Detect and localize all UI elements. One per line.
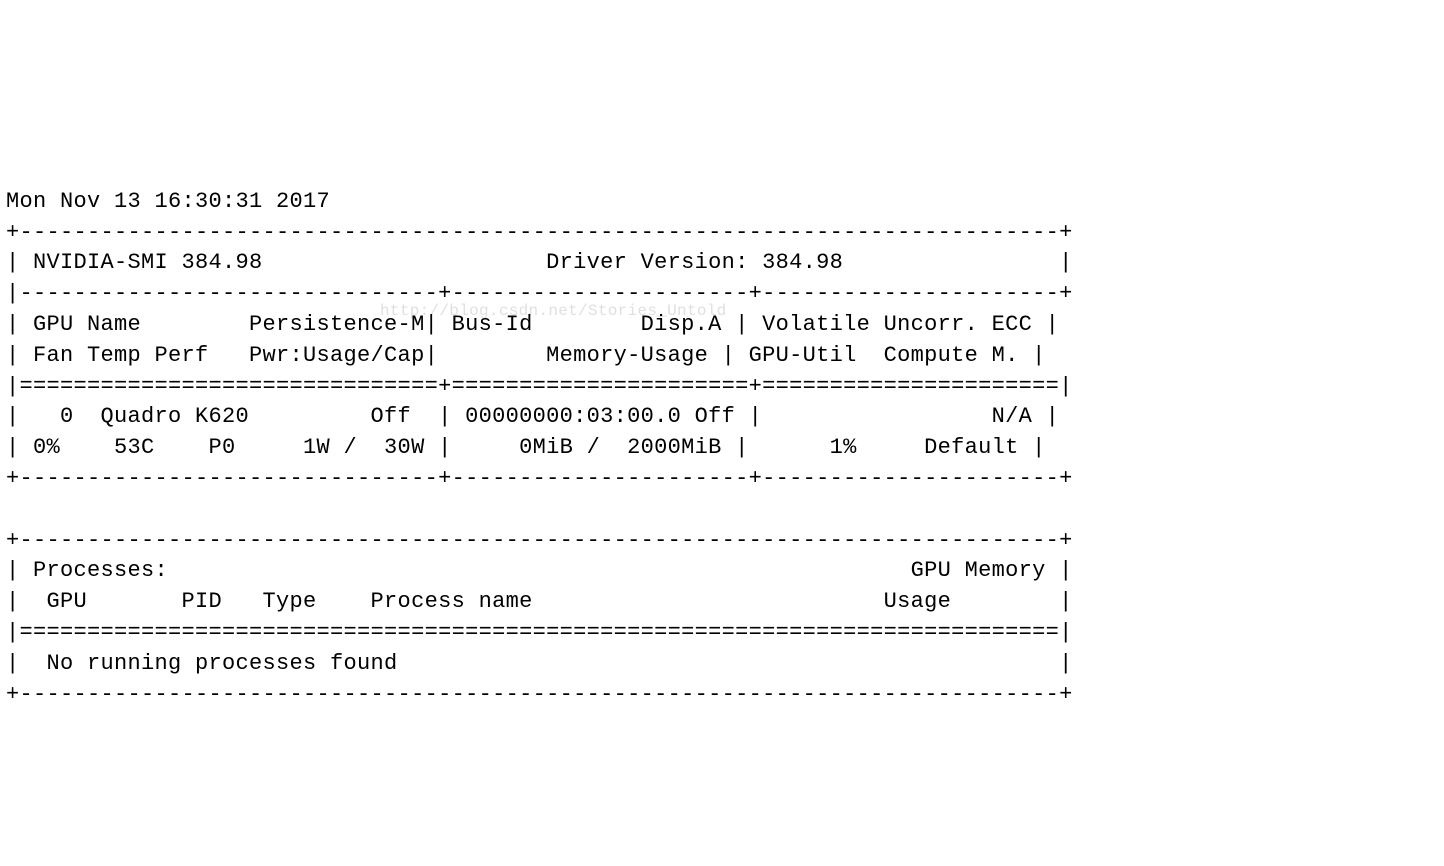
nvidia-smi-output: Mon Nov 13 16:30:31 2017 +--------------… <box>6 187 1438 711</box>
